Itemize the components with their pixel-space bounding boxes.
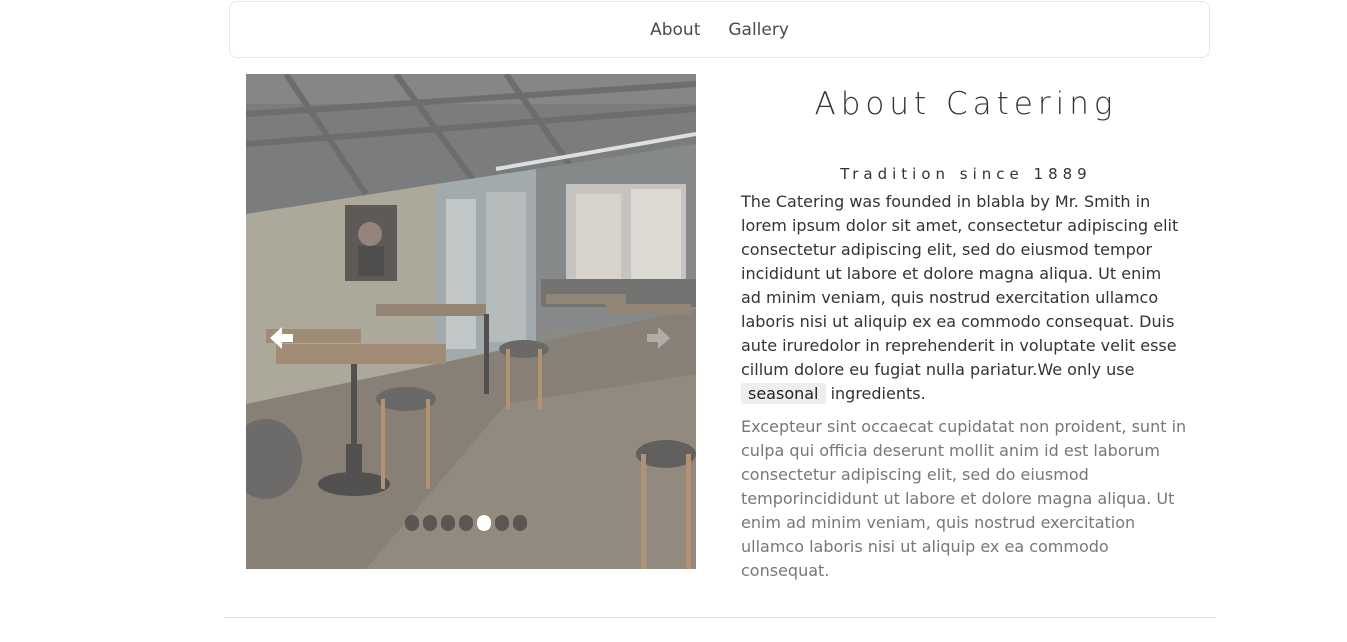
footer-divider <box>224 617 1216 618</box>
carousel-indicator-dot[interactable] <box>405 515 419 531</box>
highlight-seasonal: seasonal <box>741 383 826 404</box>
muted-paragraph: Excepteur sint occaecat cupidatat non pr… <box>741 417 1187 580</box>
carousel-prev-button[interactable] <box>264 318 298 358</box>
top-navbar: About Gallery <box>229 1 1210 58</box>
restaurant-interior-image <box>246 74 696 569</box>
page-title: About Catering <box>814 86 1118 122</box>
about-paragraph-text: The Catering was founded in blabla by Mr… <box>741 192 1179 379</box>
carousel-indicator-dot[interactable] <box>423 515 437 531</box>
carousel-indicators <box>405 515 527 531</box>
arrow-left-icon <box>270 327 293 349</box>
carousel-indicator-dot[interactable] <box>495 515 509 531</box>
carousel-indicator-dot[interactable] <box>459 515 473 531</box>
carousel-indicator-dot[interactable] <box>477 515 491 531</box>
about-paragraph-tail: ingredients. <box>825 384 926 403</box>
subtitle: Tradition since 1889 <box>840 165 1092 183</box>
carousel-indicator-dot[interactable] <box>441 515 455 531</box>
carousel-indicator-dot[interactable] <box>513 515 527 531</box>
carousel-next-button[interactable] <box>642 318 676 358</box>
image-carousel[interactable] <box>246 74 696 569</box>
about-section: About Catering Tradition since 1889 The … <box>741 74 1191 583</box>
nav-link-gallery[interactable]: Gallery <box>714 20 803 40</box>
about-paragraph: The Catering was founded in blabla by Mr… <box>741 190 1191 406</box>
nav-link-about[interactable]: About <box>636 20 714 40</box>
arrow-right-icon <box>647 327 670 349</box>
